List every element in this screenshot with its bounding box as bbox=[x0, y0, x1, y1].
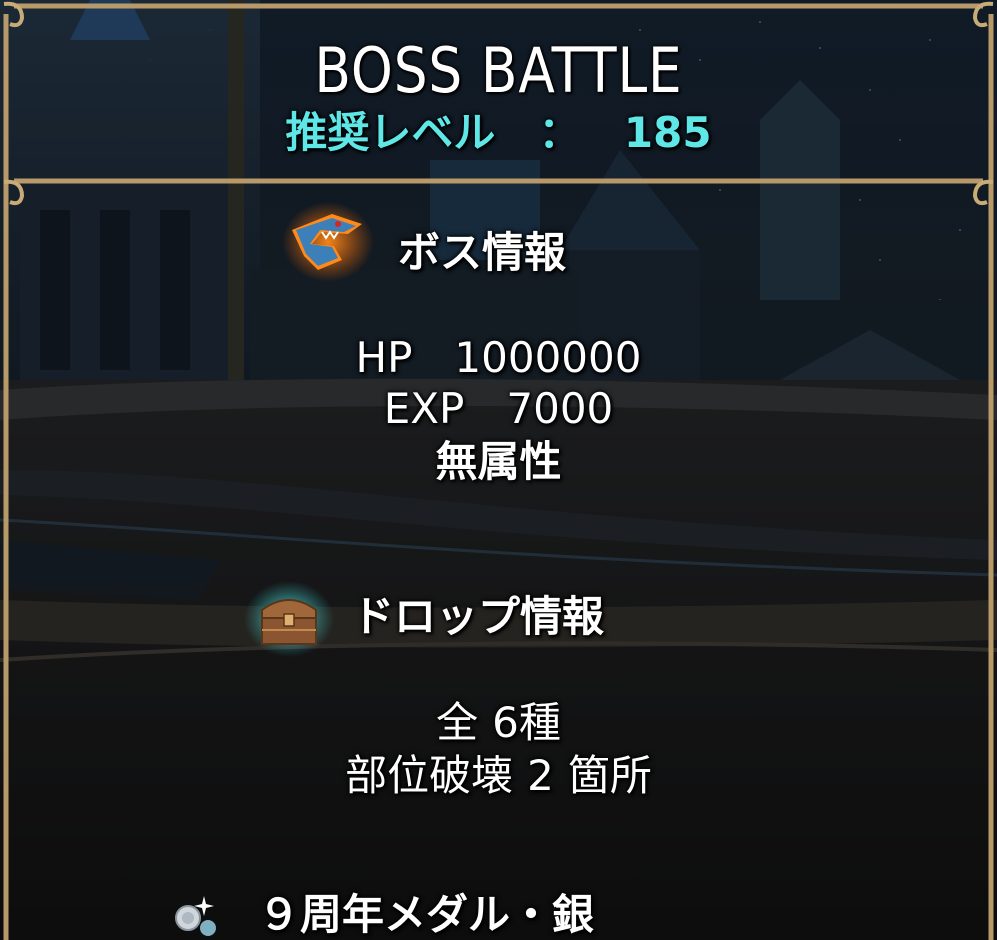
drop-total-value: 6種 bbox=[492, 698, 561, 747]
drop-info-heading: ドロップ情報 bbox=[352, 592, 605, 641]
part-break-value: 2 bbox=[527, 751, 554, 800]
boss-hp: HP 1000000 bbox=[0, 337, 997, 379]
drop-total-prefix: 全 bbox=[436, 698, 479, 747]
part-break-suffix: 箇所 bbox=[567, 751, 652, 800]
treasure-chest-icon bbox=[244, 581, 334, 657]
hp-label: HP bbox=[355, 333, 413, 382]
silver-medal-icon bbox=[175, 896, 216, 936]
recommended-level-value: 185 bbox=[623, 108, 712, 157]
boss-exp: EXP 7000 bbox=[0, 388, 997, 430]
recommended-level: 推奨レベル ： 185 bbox=[0, 112, 997, 154]
boss-info-heading: ボス情報 bbox=[398, 228, 567, 277]
drop-total: 全 6種 bbox=[0, 702, 997, 744]
hp-value: 1000000 bbox=[454, 333, 642, 382]
recommended-level-label: 推奨レベル bbox=[285, 108, 496, 157]
boss-battle-title: BOSS BATTLE bbox=[314, 34, 683, 107]
recommended-level-separator: ： bbox=[538, 108, 581, 157]
part-break-label: 部位破壊 bbox=[345, 751, 514, 800]
exp-label: EXP bbox=[383, 384, 465, 433]
reward-item-label: ９周年メダル・銀 bbox=[258, 890, 595, 939]
shark-boss-icon bbox=[282, 202, 374, 282]
part-break-count: 部位破壊 2 箇所 bbox=[0, 755, 997, 797]
boss-attribute: 無属性 bbox=[435, 437, 562, 486]
exp-value: 7000 bbox=[506, 384, 614, 433]
